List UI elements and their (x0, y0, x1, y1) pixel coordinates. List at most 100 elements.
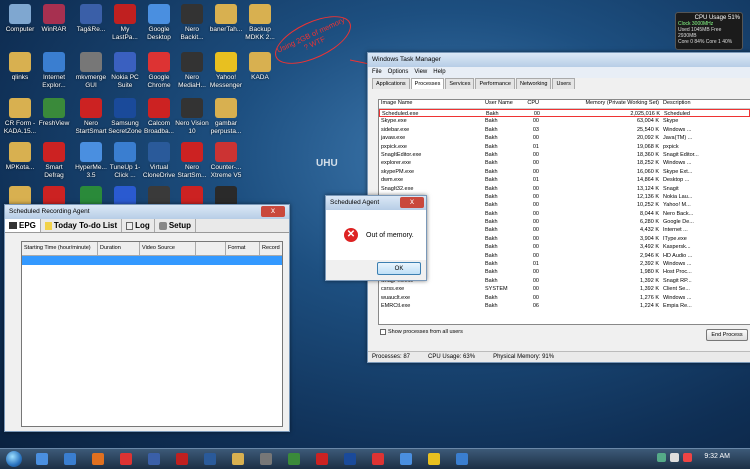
desktop-icon[interactable]: My LastPa... (107, 4, 143, 41)
epg-grid[interactable]: Starting Time (hour/minute) Duration Vid… (21, 241, 283, 427)
error-dialog[interactable]: Scheduled Agent x ✕ Out of memory. OK (325, 195, 427, 281)
desktop-icon[interactable]: Nero StartSmart (73, 98, 109, 135)
taskbar-app-button[interactable] (365, 450, 391, 468)
process-row[interactable]: ...exeBakh003,904 KIType.exe (379, 235, 750, 243)
process-row[interactable]: ...exeBakh006,280 KGoogle De... (379, 218, 750, 226)
desktop-icon[interactable]: Nero StartSm... (174, 142, 210, 179)
taskbar-app-button[interactable] (225, 450, 251, 468)
col-image-name[interactable]: Image Name (379, 100, 483, 108)
desktop-icon[interactable]: Samsung SecretZone (107, 98, 143, 135)
process-row[interactable]: ...exeBakh004,432 KInternet ... (379, 226, 750, 234)
process-row[interactable]: ...exeBakh0010,252 KYahoo! M... (379, 201, 750, 209)
tab-today-todo[interactable]: Today To-do List (41, 219, 123, 232)
security-icon[interactable] (683, 453, 692, 462)
desktop-icon[interactable]: Nero Vision 10 (174, 98, 210, 135)
ok-button[interactable]: OK (377, 262, 421, 275)
taskbar-app-button[interactable] (393, 450, 419, 468)
taskbar-app-button[interactable] (281, 450, 307, 468)
desktop-icon[interactable]: HyperMe... 3.5 (73, 142, 109, 179)
menu-options[interactable]: Options (388, 69, 409, 76)
taskbar-app-button[interactable] (113, 450, 139, 468)
desktop-icon[interactable]: Calcom Broadba... (141, 98, 177, 135)
process-row[interactable]: javaw.exe Bakh 00 20,092 K Java(TM) ... (379, 134, 750, 142)
process-row[interactable]: ...exeBakh001,980 KHost Proc... (379, 268, 750, 276)
desktop-icon[interactable]: Backup MDKK 2... (242, 4, 278, 41)
desktop-icon[interactable]: Internet Explor... (36, 52, 72, 89)
desktop-icon[interactable]: FreshView (36, 98, 72, 128)
tm-titlebar[interactable]: Windows Task Manager (368, 53, 750, 67)
checkbox-box[interactable] (380, 329, 386, 335)
col-memory[interactable]: Memory (Private Working Set) (541, 100, 661, 108)
taskbar-app-button[interactable] (141, 450, 167, 468)
tab-processes[interactable]: Processes (410, 78, 445, 89)
desktop-icon[interactable]: CR Form - KADA.15... (2, 98, 38, 135)
start-button[interactable] (0, 450, 28, 469)
process-row[interactable]: ...exeBakh0012,136 KNokia Lau... (379, 193, 750, 201)
desktop-icon[interactable]: Nero MediaH... (174, 52, 210, 89)
desktop-icon[interactable]: MPKota... (2, 142, 38, 172)
scheduled-recording-agent-window[interactable]: Scheduled Recording Agent x EPG Today To… (4, 204, 290, 432)
tab-setup[interactable]: Setup (155, 219, 197, 232)
sra-titlebar[interactable]: Scheduled Recording Agent (5, 205, 289, 219)
process-list[interactable]: Image Name User Name CPU Memory (Private… (378, 99, 750, 325)
process-row[interactable]: ...exeBakh008,044 KNero Back... (379, 210, 750, 218)
desktop-icon[interactable]: mkvmerge GUI (73, 52, 109, 89)
process-row[interactable]: ...exeBakh003,492 KKaspersk... (379, 243, 750, 251)
taskbar-app-button[interactable] (253, 450, 279, 468)
network-icon[interactable] (657, 453, 666, 462)
desktop-icon[interactable]: gambar perpusta... (208, 98, 244, 135)
col-cpu[interactable]: CPU (517, 100, 541, 108)
end-process-button[interactable]: End Process (706, 329, 748, 341)
process-row[interactable]: Scheduled.exe Bakh 00 2,025,016 K Scheduled (379, 109, 750, 118)
tab-services[interactable]: Services (445, 78, 475, 89)
desktop-icon[interactable]: Nero Backit... (174, 4, 210, 41)
clock[interactable]: 9:32 AM (704, 453, 730, 460)
show-all-users-checkbox[interactable]: Show processes from all users (380, 329, 463, 335)
col-record[interactable]: Record (260, 242, 282, 255)
col-blank[interactable] (196, 242, 226, 255)
desktop-icon[interactable]: TuneUp 1-Click ... (107, 142, 143, 179)
desktop-icon[interactable]: Google Chrome (141, 52, 177, 89)
desktop-icon[interactable]: WinRAR (36, 4, 72, 34)
menu-file[interactable]: File (372, 69, 382, 76)
tab-applications[interactable]: Applications (372, 78, 410, 89)
process-row[interactable]: SnagIt32.exe Bakh 00 13,124 K Snagit (379, 185, 750, 193)
desktop-icon[interactable]: Tag&Re... (73, 4, 109, 34)
taskbar-app-button[interactable] (449, 450, 475, 468)
desktop-icon[interactable]: banerTah... (208, 4, 244, 34)
desktop-icon[interactable]: Yahoo! Messenger (208, 52, 244, 89)
tab-users[interactable]: Users (552, 78, 575, 89)
cpu-gadget[interactable]: CPU Usage 51% Clock 3000MHz Used 1045MB … (675, 12, 743, 50)
process-row[interactable]: pxpick.exe Bakh 01 19,068 K pxpick (379, 143, 750, 151)
col-format[interactable]: Format (226, 242, 260, 255)
process-row[interactable]: SnagPriv.exeBakh001,392 KSnagit RP... (379, 277, 750, 285)
desktop-icon[interactable]: Virtual CloneDrive (141, 142, 177, 179)
process-row[interactable]: skypePM.exe Bakh 00 16,060 K Skype Ext... (379, 168, 750, 176)
col-video-source[interactable]: Video Source (140, 242, 196, 255)
process-row[interactable]: wuauclt.exe Bakh 00 1,276 K Windows ... (379, 294, 750, 302)
volume-icon[interactable] (670, 453, 679, 462)
process-row[interactable]: EMRCtl.exe Bakh 06 1,224 K Empia Re... (379, 302, 750, 310)
col-start-time[interactable]: Starting Time (hour/minute) (22, 242, 98, 255)
tab-epg[interactable]: EPG (5, 219, 41, 232)
menu-help[interactable]: Help (433, 69, 445, 76)
taskbar-app-button[interactable] (29, 450, 55, 468)
process-row[interactable]: sidebar.exe Bakh 03 25,540 K Windows ... (379, 126, 750, 134)
tab-log[interactable]: Log (122, 219, 155, 232)
sra-close-button[interactable]: x (261, 206, 285, 217)
taskbar-app-button[interactable] (197, 450, 223, 468)
process-row[interactable]: csrss.exe SYSTEM 00 1,392 K Client Se... (379, 285, 750, 293)
tab-networking[interactable]: Networking (515, 78, 552, 89)
taskbar-app-button[interactable] (169, 450, 195, 468)
col-description[interactable]: Description (661, 100, 721, 108)
desktop-icon[interactable]: Counter-... Xtreme V5 (208, 142, 244, 179)
process-row[interactable]: dwm.exe Bakh 01 14,864 K Desktop ... (379, 176, 750, 184)
process-row[interactable]: SnagItEditor.exe Bakh 00 18,360 K Snagit Edi… (379, 151, 750, 159)
dialog-close-button[interactable]: x (400, 197, 424, 208)
taskbar-app-button[interactable] (85, 450, 111, 468)
process-row[interactable]: ...exeBakh012,392 KWindows ... (379, 260, 750, 268)
process-row[interactable]: ...exeBakh002,946 KHD Audio ... (379, 252, 750, 260)
desktop-icon[interactable]: Nokia PC Suite (107, 52, 143, 89)
epg-selected-row[interactable] (22, 256, 282, 265)
col-duration[interactable]: Duration (98, 242, 140, 255)
